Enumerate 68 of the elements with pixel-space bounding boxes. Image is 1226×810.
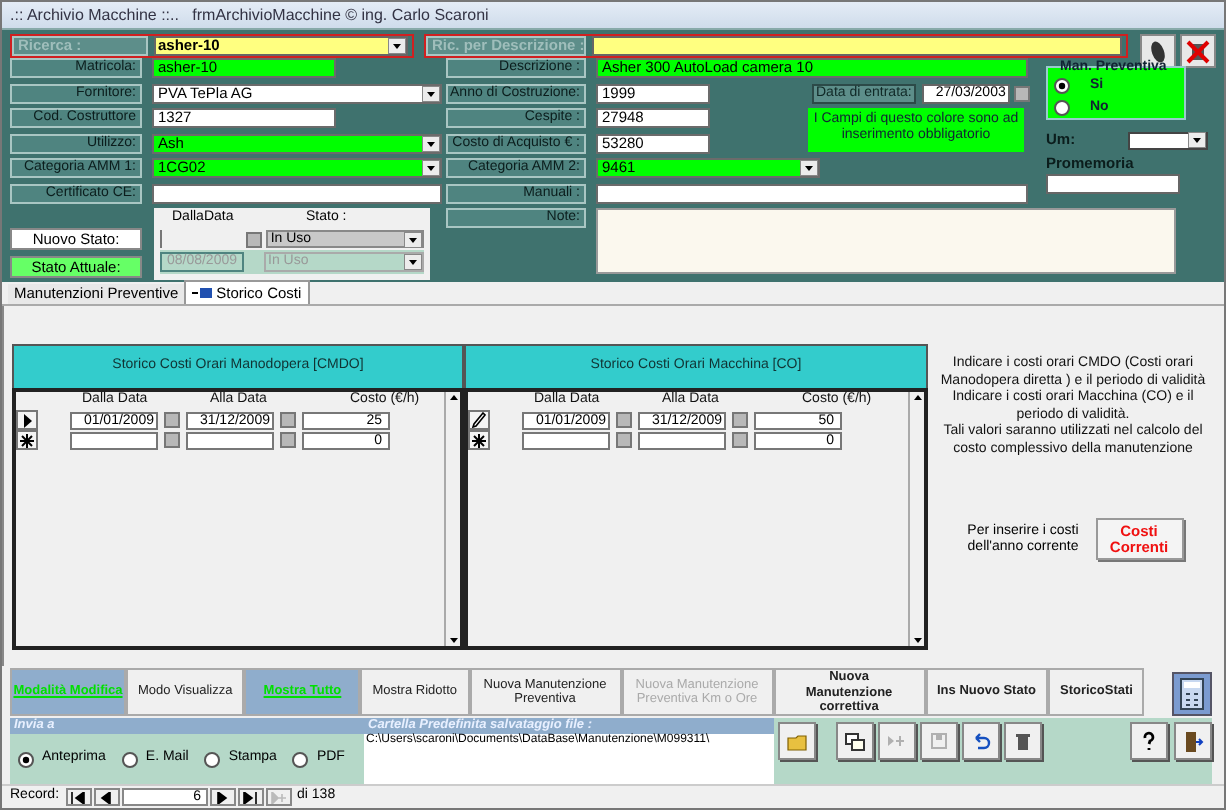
- calendar-button[interactable]: [1013, 85, 1030, 102]
- first-record-icon: [70, 791, 87, 803]
- dropdown-arrow-icon[interactable]: [422, 160, 440, 177]
- save-icon: [928, 729, 950, 753]
- scrollbar[interactable]: [444, 392, 460, 646]
- last-record-button[interactable]: [237, 788, 264, 806]
- dropdown-arrow-icon[interactable]: [422, 85, 440, 102]
- last-record-icon: [242, 791, 259, 803]
- dropdown-arrow-icon[interactable]: [422, 135, 440, 152]
- next-record-button[interactable]: [209, 788, 236, 806]
- record-selector[interactable]: [16, 430, 38, 450]
- asterisk-icon: [472, 433, 486, 447]
- calculator-button[interactable]: [1172, 672, 1212, 716]
- trash-icon: [1012, 729, 1034, 753]
- scroll-up-icon[interactable]: [911, 392, 923, 404]
- window-title: .:: Archivio Macchine ::.. frmArchivioMacchine © ing. Carlo Scaroni: [10, 3, 489, 27]
- mouse-icon: [1150, 39, 1166, 63]
- close-icon: [1186, 39, 1210, 63]
- calendar-button[interactable]: [246, 231, 263, 247]
- radio-button[interactable]: [1054, 78, 1070, 94]
- unit-combo[interactable]: [1128, 131, 1208, 149]
- first-record-button[interactable]: [65, 788, 92, 806]
- record-selector[interactable]: [16, 410, 38, 430]
- folder-icon: [786, 729, 808, 753]
- record-selector[interactable]: [468, 430, 490, 450]
- previous-record-icon: [98, 791, 115, 803]
- scrollbar[interactable]: [908, 392, 924, 646]
- radio-button[interactable]: [292, 751, 309, 767]
- scroll-up-icon[interactable]: [447, 392, 459, 404]
- close-button[interactable]: [1180, 34, 1216, 68]
- radio-button[interactable]: [1054, 100, 1070, 116]
- pencil-icon: [472, 412, 486, 428]
- radio-button[interactable]: [204, 751, 221, 767]
- toolbar-button[interactable]: [1130, 722, 1168, 760]
- date-field[interactable]: [70, 431, 158, 449]
- dropdown-arrow-icon[interactable]: [404, 231, 422, 247]
- radio-button[interactable]: [121, 751, 138, 767]
- date-field[interactable]: [522, 431, 610, 449]
- table-icon: [192, 286, 213, 300]
- toolbar-button[interactable]: [962, 722, 1000, 760]
- date-field[interactable]: [638, 431, 726, 449]
- radio-button[interactable]: [18, 751, 34, 767]
- scroll-down-icon[interactable]: [447, 634, 459, 646]
- new-record-icon: [270, 791, 287, 803]
- input-field[interactable]: [596, 183, 1028, 204]
- undo-icon: [970, 729, 992, 753]
- reminder-field[interactable]: [1046, 174, 1180, 194]
- scroll-down-icon[interactable]: [911, 634, 923, 646]
- toolbar-button[interactable]: [1004, 722, 1042, 760]
- previous-record-button[interactable]: [93, 788, 120, 806]
- question-mark-icon: [1138, 729, 1160, 753]
- date-field[interactable]: [186, 431, 274, 449]
- row-pointer-icon: [21, 413, 33, 427]
- dropdown-arrow-icon[interactable]: [388, 38, 406, 54]
- description-search-field[interactable]: [592, 36, 1122, 56]
- asterisk-icon: [20, 433, 34, 447]
- dropdown-arrow-icon[interactable]: [1188, 132, 1206, 148]
- dropdown-arrow-icon[interactable]: [404, 254, 422, 270]
- door-exit-icon: [1182, 729, 1204, 753]
- next-record-icon: [214, 791, 231, 803]
- record-selector[interactable]: [468, 410, 490, 430]
- input-field[interactable]: [152, 183, 442, 204]
- dropdown-arrow-icon[interactable]: [800, 160, 818, 177]
- new-record-icon: [844, 729, 866, 753]
- toolbar-button[interactable]: [1174, 722, 1212, 760]
- note-textarea[interactable]: [596, 208, 1176, 274]
- toolbar-button[interactable]: [836, 722, 874, 760]
- calculator-icon: [1180, 678, 1204, 710]
